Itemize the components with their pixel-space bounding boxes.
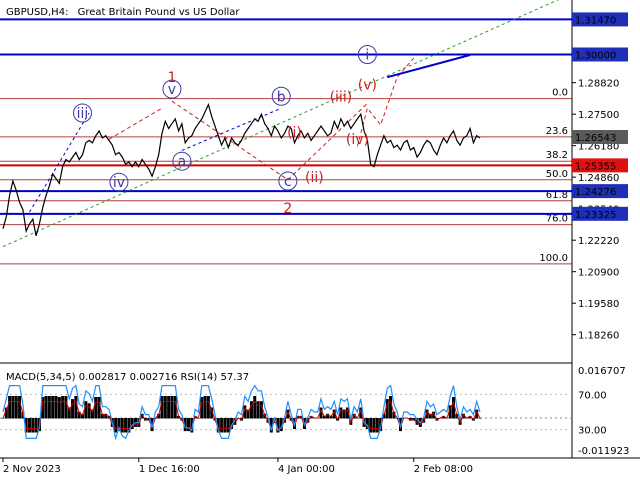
- macd-bar: [220, 418, 224, 433]
- symbol-label: GBPUSD,H4:: [6, 7, 68, 18]
- wave-label: c: [284, 174, 292, 190]
- macd-bar: [64, 396, 68, 419]
- price-axis-tick-label: 1.28820: [578, 79, 619, 90]
- wave-label: 2: [283, 201, 292, 217]
- macd-bar: [206, 396, 210, 419]
- macd-bar: [74, 396, 78, 419]
- macd-bar: [478, 418, 482, 419]
- wave-label: (iv): [346, 132, 369, 148]
- wave-label: iv: [113, 175, 125, 191]
- price-label: 1.25355: [575, 161, 616, 172]
- price-axis-tick-label: 1.27500: [578, 110, 619, 121]
- chart-header: GBPUSD,H4: Great Britain Pound vs US Dol…: [6, 7, 240, 18]
- indicator-axis-label: -0.011923: [578, 446, 629, 457]
- price-axis-tick-label: 1.22220: [578, 236, 619, 247]
- price-label: 1.26543: [575, 133, 616, 144]
- macd-bar: [372, 418, 376, 433]
- indicator-axis-label: 0.016707: [578, 366, 626, 377]
- wave-label: (iii): [330, 89, 353, 105]
- chart-canvas: 0.023.638.250.061.876.0100.0 iiiivvabci1…: [0, 0, 640, 480]
- macd-bar: [51, 396, 55, 419]
- fibonacci-level-label: 0.0: [552, 88, 568, 99]
- macd-bar: [57, 397, 61, 419]
- price-label: 1.24276: [575, 187, 616, 198]
- macd-bar: [389, 396, 393, 419]
- wave-label: a: [178, 154, 187, 170]
- macd-bar: [375, 418, 379, 433]
- instrument-description: Great Britain Pound vs US Dollar: [78, 7, 241, 18]
- wave-label: 1: [167, 70, 176, 86]
- price-axis-tick-label: 1.24860: [578, 173, 619, 184]
- macd-bar: [226, 418, 230, 433]
- price-label: 1.31470: [575, 15, 616, 26]
- wave-label: (i): [287, 125, 302, 141]
- macd-bar: [61, 396, 65, 419]
- macd-bar: [94, 397, 98, 419]
- fibonacci-level-label: 23.6: [546, 126, 568, 137]
- macd-bar: [87, 403, 91, 419]
- macd-bar: [11, 396, 15, 419]
- macd-bar: [14, 396, 18, 419]
- price-axis-tick-label: 1.19580: [578, 299, 619, 310]
- indicator-axis-label: 30.00: [578, 426, 607, 437]
- wave-label: b: [277, 89, 286, 105]
- wave-label: (v): [358, 77, 377, 93]
- macd-bar: [253, 396, 257, 419]
- macd-bar: [47, 396, 51, 419]
- macd-bar: [54, 396, 58, 419]
- macd-bar: [369, 418, 373, 433]
- macd-bar: [163, 396, 167, 419]
- macd-bar: [170, 396, 174, 419]
- macd-bar: [167, 396, 171, 419]
- wave-label: iii: [77, 106, 89, 122]
- indicator-axis-label: 70.00: [578, 390, 607, 401]
- time-axis-tick-label: 1 Dec 16:00: [139, 464, 200, 475]
- price-label: 1.23325: [575, 210, 616, 221]
- price-label: 1.30000: [575, 51, 616, 62]
- macd-bar: [8, 396, 12, 419]
- price-axis-tick-label: 1.18260: [578, 331, 619, 342]
- macd-bar: [44, 396, 48, 419]
- wave-label: i: [365, 48, 369, 64]
- macd-bar: [28, 418, 31, 433]
- fibonacci-level-label: 38.2: [546, 150, 568, 161]
- macd-bar: [71, 399, 75, 419]
- macd-bar: [18, 396, 22, 419]
- indicator-label: MACD(5,34,5) 0.002817 0.002716 RSI(14) 5…: [6, 372, 249, 383]
- macd-bar: [34, 418, 38, 433]
- fibonacci-level-label: 76.0: [546, 214, 568, 225]
- time-axis-tick-label: 2 Feb 08:00: [414, 464, 473, 475]
- macd-bar: [1, 418, 5, 419]
- macd-bar: [114, 418, 118, 433]
- macd-bar: [203, 396, 207, 419]
- macd-bar: [223, 418, 227, 433]
- wave-label: (ii): [305, 170, 324, 186]
- macd-bar: [31, 418, 35, 433]
- time-axis-tick-label: 4 Jan 00:00: [278, 464, 335, 475]
- fibonacci-level-label: 50.0: [546, 169, 568, 180]
- fibonacci-level-label: 100.0: [539, 253, 568, 264]
- price-axis-tick-label: 1.20900: [578, 268, 619, 279]
- time-axis-tick-label: 2 Nov 2023: [3, 464, 61, 475]
- macd-bar: [124, 418, 128, 433]
- macd-bar: [120, 418, 124, 433]
